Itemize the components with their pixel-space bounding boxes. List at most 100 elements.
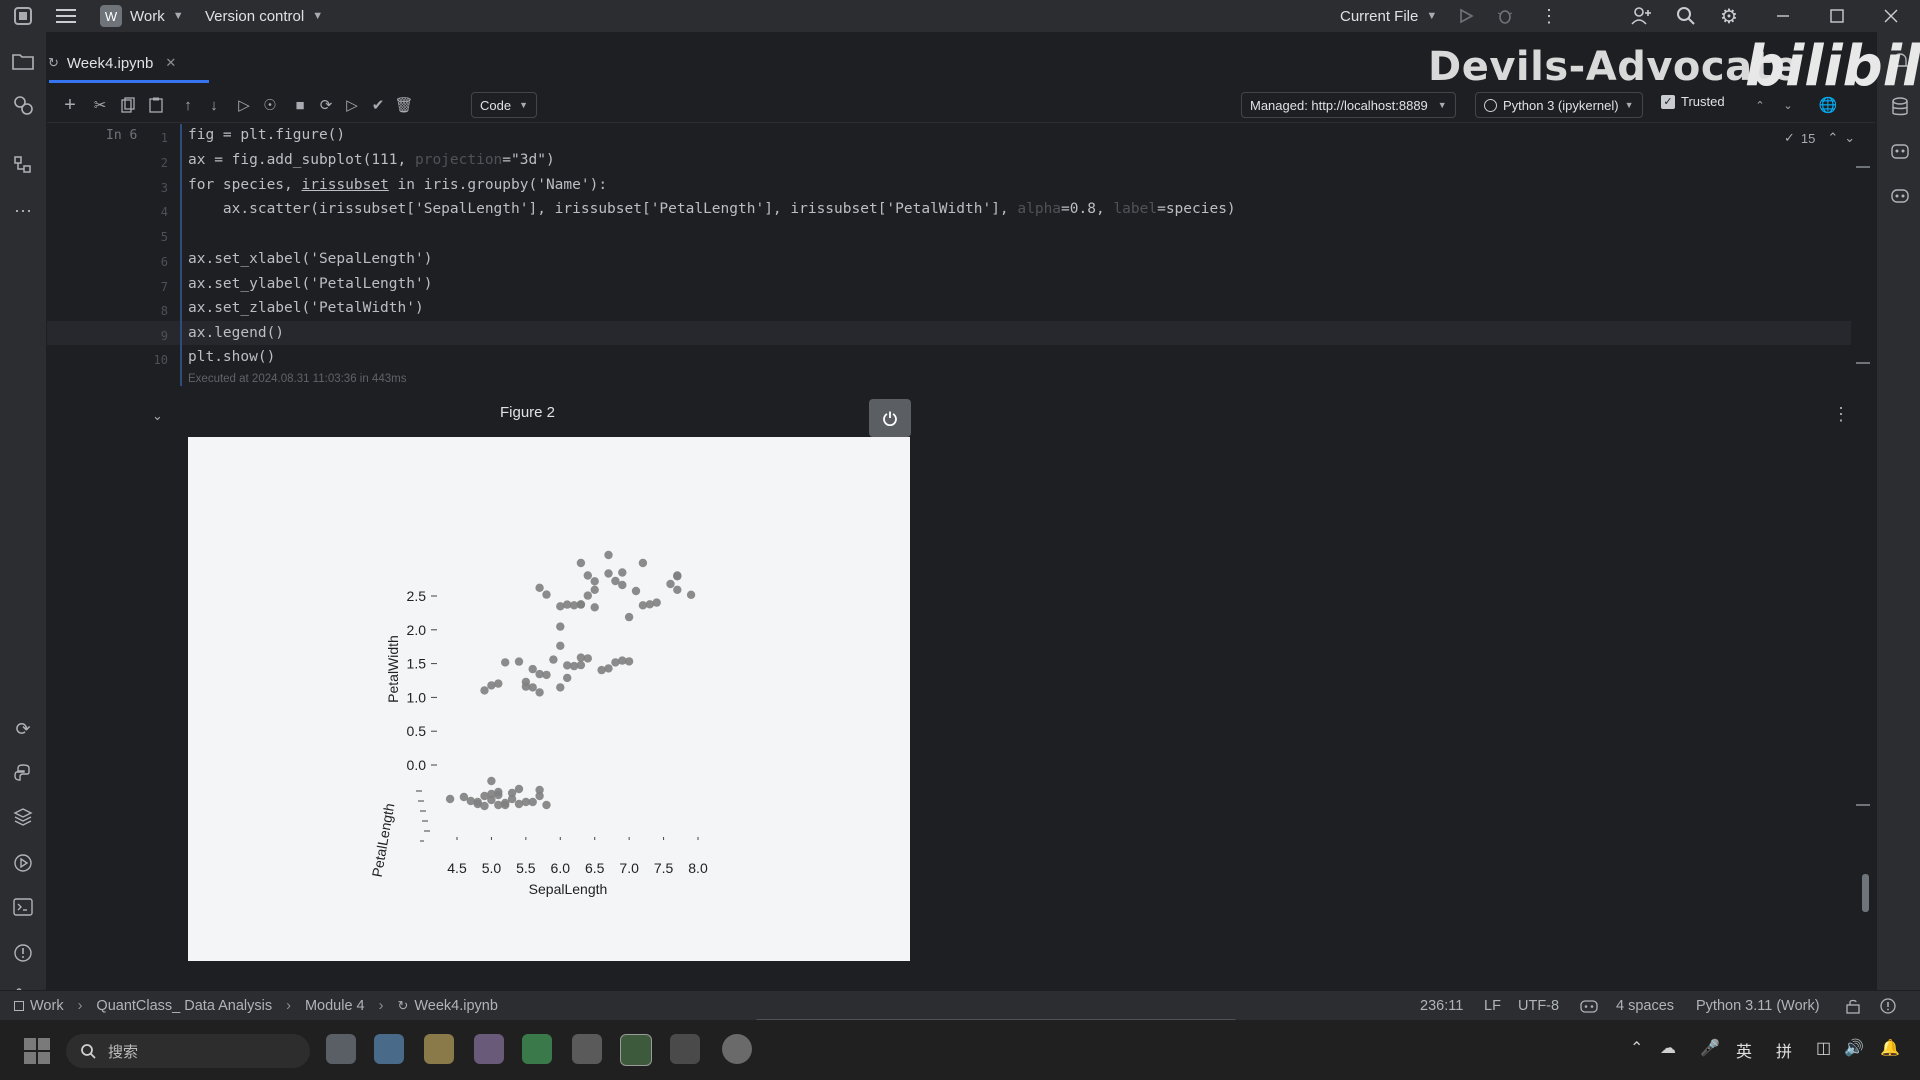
file-explorer-icon[interactable] — [424, 1034, 454, 1064]
move-up-icon[interactable]: ↑ — [177, 94, 199, 116]
restart-kernel-icon[interactable]: ⟳ — [315, 94, 337, 116]
caret-position[interactable]: 236:11 — [1420, 991, 1463, 1021]
jupyter-server-select[interactable]: Managed: http://localhost:8889 ▼ — [1241, 92, 1456, 118]
scatter-3d-plot: 0.0 0.5 1.0 1.5 2.0 2.5 4.5 5.0 5.5 6.0 6.5 7.0 7.5… — [369, 550, 708, 897]
python-packages-icon[interactable] — [10, 760, 36, 786]
vertical-scrollbar-thumb[interactable] — [1862, 874, 1869, 912]
search-icon — [81, 1044, 96, 1059]
main-menu-icon[interactable] — [56, 0, 76, 32]
indent-setting[interactable]: 4 spaces — [1616, 991, 1674, 1021]
taskbar-app-icon[interactable] — [326, 1034, 356, 1064]
more-horizontal-icon[interactable]: ⋯ — [10, 198, 36, 224]
chevron-up-icon[interactable]: ⌃ — [1630, 1038, 1643, 1058]
ai-status-icon[interactable] — [1580, 991, 1598, 1021]
ai-assistant-icon[interactable] — [1887, 138, 1913, 164]
file-encoding[interactable]: UTF-8 — [1518, 991, 1559, 1021]
lock-icon[interactable] — [1846, 991, 1860, 1021]
taskbar-app-icon[interactable] — [374, 1034, 404, 1064]
code-line[interactable]: ax.legend() — [188, 325, 284, 341]
problems-icon[interactable] — [10, 940, 36, 966]
breadcrumb-item[interactable]: Module 4 — [305, 998, 365, 1014]
code-token: =species) — [1157, 201, 1236, 217]
collapse-output-icon[interactable]: ⌄ — [152, 408, 163, 424]
code-line[interactable]: ax = fig.add_subplot(111, projection="3d… — [188, 152, 555, 168]
interrupt-kernel-icon[interactable]: ■ — [289, 94, 311, 116]
code-line[interactable]: ax.scatter(irissubset['SepalLength'], ir… — [188, 201, 1236, 217]
layers-icon[interactable] — [10, 804, 36, 830]
inspections-widget[interactable]: ✓ 15 ⌃ ⌄ — [1784, 130, 1855, 146]
refresh-icon[interactable]: ⟳ — [10, 716, 36, 742]
app-logo-icon[interactable] — [12, 0, 34, 32]
wechat-icon[interactable] — [522, 1034, 552, 1064]
data-point — [542, 800, 551, 810]
paste-icon[interactable] — [145, 94, 167, 116]
taskbar-app-icon[interactable] — [670, 1034, 700, 1064]
windows-start-icon[interactable] — [24, 1038, 50, 1068]
run-config-selector[interactable]: Current File ▼ — [1340, 0, 1437, 32]
project-folder-icon[interactable] — [10, 48, 36, 74]
tab-week4-notebook[interactable]: ↻ Week4.ipynb ✕ — [48, 46, 176, 80]
warning-circle-icon[interactable] — [1880, 991, 1896, 1021]
close-window-icon[interactable] — [1884, 0, 1898, 32]
minimize-icon[interactable] — [1776, 0, 1790, 32]
close-figure-power-button[interactable] — [869, 399, 911, 437]
jupyter-variables-icon[interactable] — [10, 92, 36, 118]
matplotlib-figure-canvas[interactable]: 0.0 0.5 1.0 1.5 2.0 2.5 4.5 5.0 5.5 6.0 6.5 7.0 7.5… — [188, 437, 910, 961]
network-icon[interactable]: ◫ — [1816, 1038, 1831, 1058]
run-all-icon[interactable]: ▷ — [341, 94, 363, 116]
code-line[interactable]: ax.set_ylabel('PetalLength') — [188, 276, 432, 292]
code-line[interactable]: for species, irissubset in iris.groupby(… — [188, 177, 607, 193]
debug-icon[interactable] — [1496, 0, 1514, 32]
code-line[interactable]: ax.set_xlabel('SepalLength') — [188, 251, 432, 267]
code-line[interactable]: fig = plt.figure() — [188, 127, 345, 143]
microphone-icon[interactable]: 🎤 — [1700, 1038, 1720, 1058]
cell-type-select[interactable]: Code ▼ — [471, 92, 537, 118]
breadcrumb-item[interactable]: Work — [30, 998, 64, 1014]
run-cell-icon[interactable]: ▷ — [233, 94, 255, 116]
project-switcher[interactable]: W Work ▼ — [100, 0, 184, 32]
clear-outputs-icon[interactable]: ✔ — [367, 94, 389, 116]
ime-mode[interactable]: 拼 — [1776, 1038, 1792, 1062]
taskbar-app-icon[interactable] — [572, 1034, 602, 1064]
vcs-menu[interactable]: Version control ▼ — [205, 0, 323, 32]
volume-icon[interactable]: 🔊 — [1844, 1038, 1864, 1058]
data-point — [549, 655, 558, 664]
pycharm-icon[interactable] — [620, 1034, 652, 1066]
breadcrumb-item[interactable]: Week4.ipynb — [414, 998, 498, 1014]
more-vertical-icon[interactable]: ⋮ — [1540, 0, 1558, 32]
taskbar-search-box[interactable]: 搜索 — [66, 1034, 310, 1068]
breadcrumb-item[interactable]: QuantClass_ Data Analysis — [96, 998, 272, 1014]
data-point — [494, 787, 503, 797]
move-down-icon[interactable]: ↓ — [203, 94, 225, 116]
copilot-icon[interactable] — [1887, 182, 1913, 208]
data-points — [445, 550, 696, 811]
settings-gear-icon[interactable]: ⚙ — [1720, 0, 1738, 32]
add-user-icon[interactable] — [1630, 0, 1652, 32]
kernel-select[interactable]: Python 3 (ipykernel) ▼ — [1475, 92, 1643, 118]
output-more-icon[interactable]: ⋮ — [1832, 404, 1850, 425]
trusted-checkbox[interactable]: ✓ Trusted — [1661, 94, 1725, 109]
notification-center-icon[interactable]: 🔔 — [1880, 1038, 1900, 1058]
trusted-label: Trusted — [1681, 94, 1725, 109]
taskbar-app-icon[interactable] — [474, 1034, 504, 1064]
data-point — [576, 558, 586, 568]
debug-cell-icon[interactable]: ☉ — [259, 94, 281, 116]
cut-icon[interactable]: ✂ — [89, 94, 111, 116]
terminal-icon[interactable] — [10, 894, 36, 920]
line-separator[interactable]: LF — [1484, 991, 1501, 1021]
close-tab-icon[interactable]: ✕ — [165, 55, 176, 71]
chrome-icon[interactable] — [722, 1034, 752, 1064]
copy-icon[interactable] — [117, 94, 139, 116]
add-cell-icon[interactable]: + — [59, 94, 81, 116]
search-icon[interactable] — [1676, 0, 1696, 32]
run-icon[interactable] — [1458, 0, 1474, 32]
ime-language[interactable]: 英 — [1736, 1038, 1752, 1062]
code-line[interactable]: plt.show() — [188, 349, 275, 365]
python-interpreter[interactable]: Python 3.11 (Work) — [1696, 991, 1820, 1021]
structure-icon[interactable] — [10, 152, 36, 178]
onedrive-cloud-icon[interactable]: ☁ — [1660, 1038, 1676, 1058]
services-run-icon[interactable] — [10, 850, 36, 876]
maximize-icon[interactable] — [1830, 0, 1844, 32]
code-line[interactable]: ax.set_zlabel('PetalWidth') — [188, 300, 424, 316]
delete-cell-icon[interactable]: 🗑 — [393, 94, 415, 116]
